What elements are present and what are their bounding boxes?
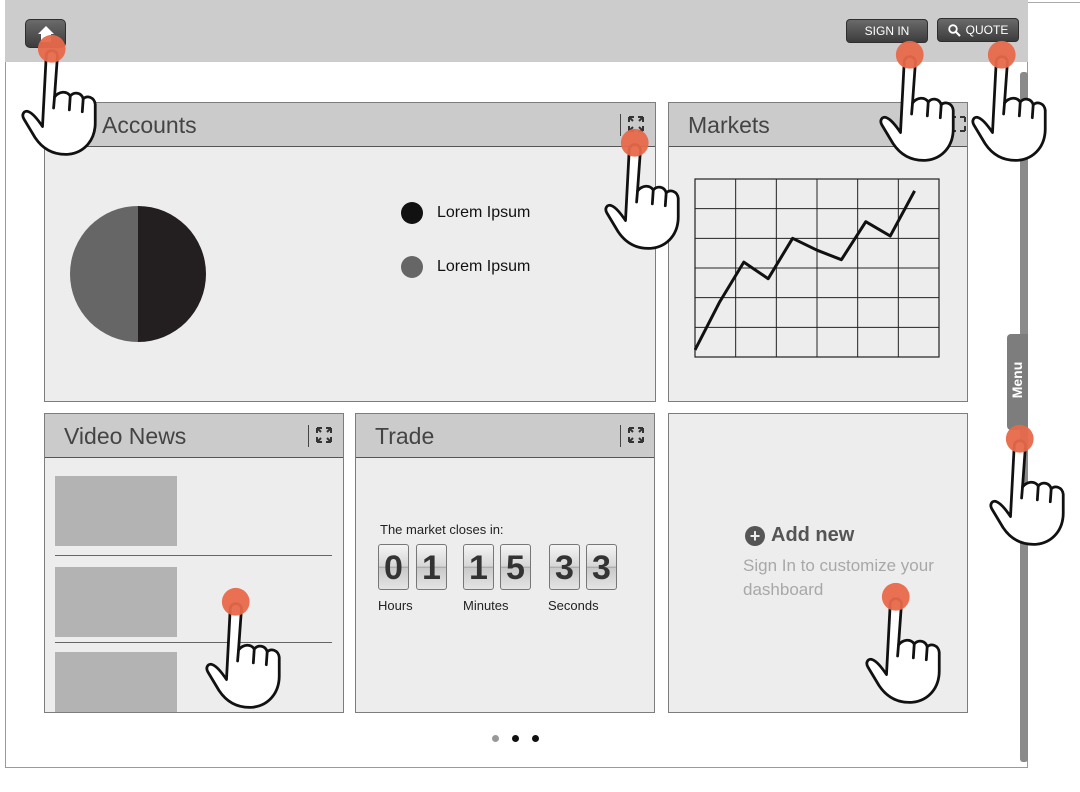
page-dot[interactable] [512,735,519,742]
expand-icon [316,427,332,443]
markets-line-chart [694,178,940,358]
hours-label: Hours [378,598,413,613]
minutes-label: Minutes [463,598,509,613]
divider [55,555,332,556]
seconds-digit: 3 [586,544,617,590]
trade-header: Trade [356,414,654,458]
touch-hand-icon [865,582,941,704]
trade-title: Trade [375,423,435,449]
accounts-title: Accounts [102,112,197,138]
legend-dot [401,202,423,224]
minutes-digit: 1 [463,544,494,590]
legend-label: Lorem Ipsum [437,204,531,221]
video-thumbnail[interactable] [55,476,177,546]
video-thumbnail[interactable] [55,567,177,637]
accounts-pie-chart [70,206,206,342]
quote-label: QUOTE [965,23,1009,37]
markets-title: Markets [688,112,770,138]
menu-tab[interactable]: Menu [1007,334,1028,430]
legend-item: Lorem Ipsum [401,202,530,224]
menu-label: Menu [1009,361,1025,399]
touch-hand-icon [205,587,281,709]
plus-icon: + [745,525,765,546]
touch-hand-icon [971,40,1047,162]
expand-icon [628,427,644,443]
add-new-label: Add new [771,524,855,546]
legend-dot [401,256,423,278]
accounts-panel: Accounts Lorem Ipsum Lorem Ipsum [44,102,656,402]
touch-hand-icon [604,128,680,250]
seconds-label: Seconds [548,598,599,613]
trade-panel: Trade The market closes in: 0 1 1 5 3 3 … [355,413,655,713]
search-icon [947,23,961,37]
expand-video-news-button[interactable] [308,425,332,447]
video-news-panel: Video News [44,413,344,713]
touch-hand-icon [989,424,1065,546]
minutes-digit: 5 [500,544,531,590]
seconds-digit: 3 [549,544,580,590]
countdown-label: The market closes in: [380,522,504,537]
legend-label: Lorem Ipsum [437,258,531,275]
expand-trade-button[interactable] [620,425,644,447]
touch-hand-icon [879,40,955,162]
accounts-header: Accounts [45,103,655,147]
divider [1028,2,1080,3]
pie-slice-left [70,206,138,342]
video-news-title: Video News [64,423,187,449]
page-dot[interactable] [492,735,499,742]
quote-button[interactable]: QUOTE [937,18,1019,42]
legend-item: Lorem Ipsum [401,256,530,278]
sign-in-label: SIGN IN [864,24,910,38]
video-news-header: Video News [45,414,343,458]
hours-digit: 1 [416,544,447,590]
touch-hand-icon [21,34,97,156]
add-new-button[interactable]: + Add new [745,524,854,547]
video-thumbnail[interactable] [55,652,177,712]
hours-digit: 0 [378,544,409,590]
pie-slice-right [138,206,206,342]
page-indicator [492,735,539,742]
divider [55,642,332,643]
page-dot[interactable] [532,735,539,742]
